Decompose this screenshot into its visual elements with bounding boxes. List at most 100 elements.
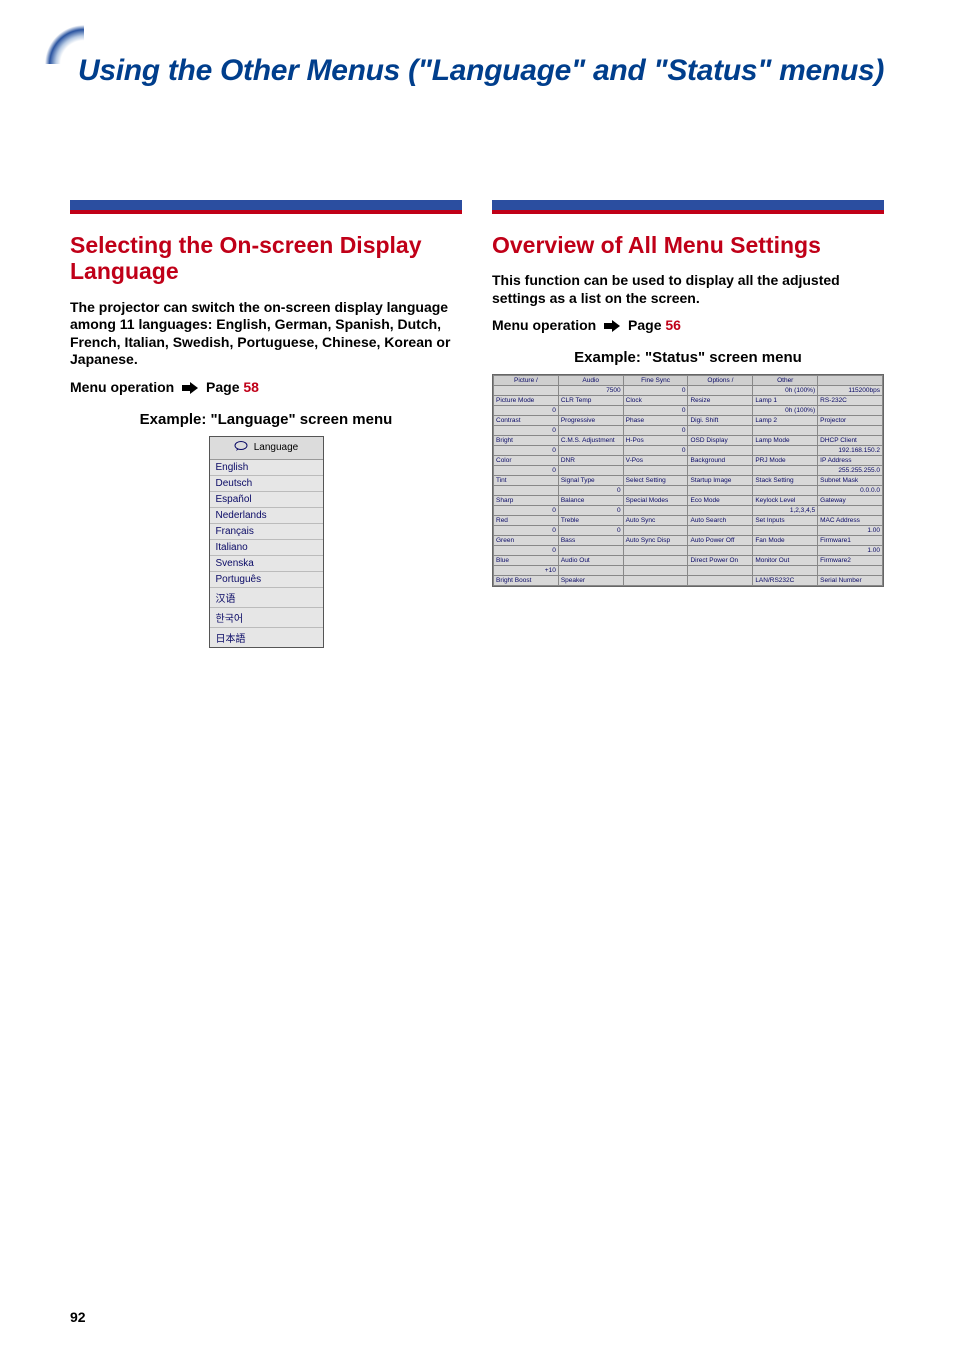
status-label-cell: Eco Mode <box>688 496 753 506</box>
status-value-cell <box>688 506 753 516</box>
status-value-cell <box>753 486 818 496</box>
status-label-cell <box>623 556 688 566</box>
status-label-cell: Lamp 1 <box>753 396 818 406</box>
status-value-cell: 0 <box>494 546 559 556</box>
left-body-text: The projector can switch the on-screen d… <box>70 299 462 369</box>
status-header-cell: Audio <box>558 376 623 386</box>
status-label-cell: Firmware1 <box>818 536 883 546</box>
status-value-cell <box>688 566 753 576</box>
status-label-cell: H-Pos <box>623 436 688 446</box>
status-value-cell <box>558 566 623 576</box>
status-label-cell: DHCP Client <box>818 436 883 446</box>
status-label-cell: Special Modes <box>623 496 688 506</box>
status-label-cell: Set Inputs <box>753 516 818 526</box>
status-label-cell: Bright Boost <box>494 576 559 586</box>
status-label-cell: Phase <box>623 416 688 426</box>
status-value-cell <box>753 426 818 436</box>
language-header-text: Language <box>254 442 299 453</box>
left-column: Selecting the On-screen Display Language… <box>70 200 462 648</box>
language-option: Português <box>210 571 323 587</box>
status-label-cell: Direct Power On <box>688 556 753 566</box>
status-value-cell: 115200bps <box>818 386 883 396</box>
status-value-cell <box>558 546 623 556</box>
status-label-cell: V-Pos <box>623 456 688 466</box>
right-arrow-icon <box>182 381 198 397</box>
section-bar <box>70 200 462 214</box>
language-option: Svenska <box>210 555 323 571</box>
status-label-cell: Digi. Shift <box>688 416 753 426</box>
status-value-cell: 0 <box>558 526 623 536</box>
status-label-cell: Lamp Mode <box>753 436 818 446</box>
status-value-cell <box>623 466 688 476</box>
status-value-cell <box>623 546 688 556</box>
status-value-cell <box>818 426 883 436</box>
status-value-cell: +10 <box>494 566 559 576</box>
status-label-cell: DNR <box>558 456 623 466</box>
status-label-cell: Tint <box>494 476 559 486</box>
speech-bubble-icon <box>234 441 248 455</box>
status-label-cell: Auto Search <box>688 516 753 526</box>
status-label-cell: Bright <box>494 436 559 446</box>
status-value-cell: 0.0.0.0 <box>818 486 883 496</box>
status-value-cell <box>558 426 623 436</box>
status-label-cell: Select Setting <box>623 476 688 486</box>
language-option: Italiano <box>210 539 323 555</box>
status-label-cell: Stack Setting <box>753 476 818 486</box>
right-example-label: Example: "Status" screen menu <box>492 349 884 366</box>
status-value-cell <box>753 546 818 556</box>
status-value-cell <box>753 566 818 576</box>
status-header-cell: Options / <box>688 376 753 386</box>
status-label-cell: Resize <box>688 396 753 406</box>
page-number-ref: 56 <box>665 317 681 333</box>
language-option: English <box>210 460 323 475</box>
status-value-cell: 0h (100%) <box>753 406 818 416</box>
status-label-cell: LAN/RS232C <box>753 576 818 586</box>
page-number-ref: 58 <box>243 379 259 395</box>
language-option: 汉语 <box>210 587 323 607</box>
status-header-cell <box>818 376 883 386</box>
status-value-cell <box>688 466 753 476</box>
status-value-cell: 192.168.150.2 <box>818 446 883 456</box>
language-option: 한국어 <box>210 607 323 627</box>
status-value-cell <box>558 406 623 416</box>
status-label-cell: Projector <box>818 416 883 426</box>
status-label-cell: RS-232C <box>818 396 883 406</box>
status-label-cell: Monitor Out <box>753 556 818 566</box>
status-label-cell: Treble <box>558 516 623 526</box>
language-option: 日本語 <box>210 627 323 647</box>
status-label-cell: MAC Address <box>818 516 883 526</box>
status-label-cell: Background <box>688 456 753 466</box>
status-value-cell: 1,2,3,4,5 <box>753 506 818 516</box>
status-value-cell: 0 <box>494 526 559 536</box>
status-value-cell <box>558 446 623 456</box>
status-label-cell: Bass <box>558 536 623 546</box>
status-value-cell <box>818 406 883 416</box>
status-label-cell: Color <box>494 456 559 466</box>
status-label-cell: CLR Temp <box>558 396 623 406</box>
status-header-cell: Picture / <box>494 376 559 386</box>
status-label-cell: Signal Type <box>558 476 623 486</box>
status-value-cell: 0h (100%) <box>753 386 818 396</box>
status-header-cell: Other <box>753 376 818 386</box>
status-value-cell: 0 <box>623 446 688 456</box>
status-label-cell: Blue <box>494 556 559 566</box>
status-label-cell: IP Address <box>818 456 883 466</box>
status-value-cell <box>558 466 623 476</box>
menu-op-text: Menu operation <box>70 379 174 395</box>
page-label: Page <box>206 379 239 395</box>
language-option: Nederlands <box>210 507 323 523</box>
status-label-cell: Auto Power Off <box>688 536 753 546</box>
status-label-cell: Auto Sync <box>623 516 688 526</box>
status-label-cell <box>623 576 688 586</box>
status-value-cell: 0 <box>494 446 559 456</box>
page-number: 92 <box>70 1309 86 1325</box>
status-label-cell: Keylock Level <box>753 496 818 506</box>
status-value-cell: 1.00 <box>818 526 883 536</box>
language-menu-header: Language <box>210 437 323 460</box>
right-arrow-icon <box>604 319 620 335</box>
menu-op-text: Menu operation <box>492 317 596 333</box>
status-value-cell: 0 <box>623 406 688 416</box>
status-value-cell: 0 <box>494 466 559 476</box>
status-value-cell: 0 <box>558 486 623 496</box>
status-label-cell: Gateway <box>818 496 883 506</box>
